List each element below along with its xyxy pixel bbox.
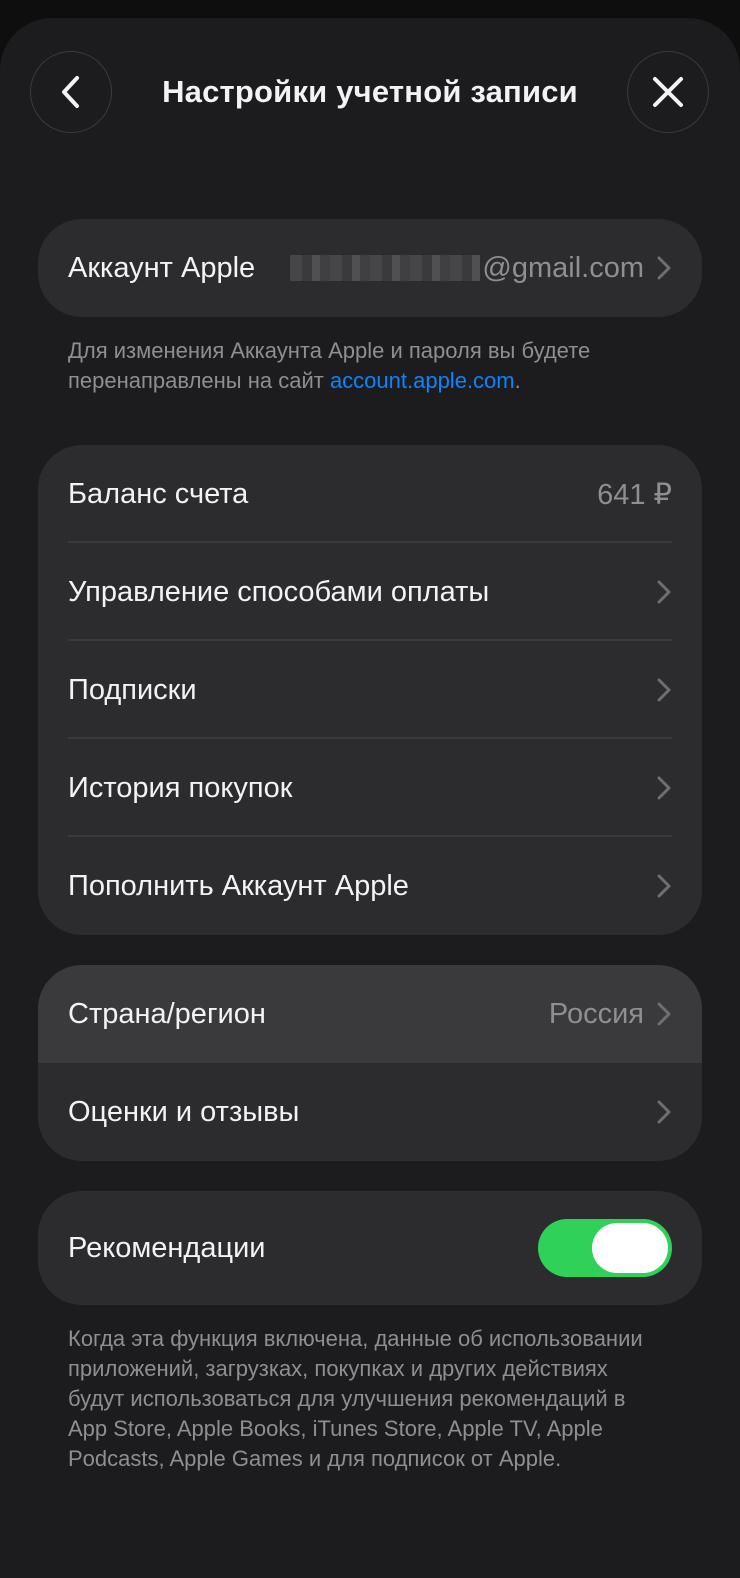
recommendations-row: Рекомендации [38, 1191, 702, 1305]
subscriptions-label: Подписки [68, 673, 197, 706]
page-title: Настройки учетной записи [162, 74, 578, 109]
apple-account-row[interactable]: Аккаунт Apple @gmail.com [38, 219, 702, 317]
back-button[interactable] [30, 51, 112, 133]
top-up-account-row[interactable]: Пополнить Аккаунт Apple [38, 837, 702, 935]
country-region-row[interactable]: Страна/регион Россия [38, 965, 702, 1063]
apple-account-label: Аккаунт Apple [68, 251, 256, 284]
balance-label: Баланс счета [68, 477, 249, 510]
email-suffix: @gmail.com [482, 251, 644, 284]
apple-account-group: Аккаунт Apple @gmail.com [38, 219, 702, 317]
account-apple-link[interactable]: account.apple.com [330, 368, 515, 393]
recommendations-group: Рекомендации [38, 1191, 702, 1305]
payments-group: Баланс счета 641 ₽ Управление способами … [38, 445, 702, 935]
chevron-right-icon [657, 776, 671, 800]
balance-value: 641 ₽ [597, 478, 672, 511]
chevron-right-icon [657, 1100, 671, 1124]
chevron-right-icon [657, 678, 671, 702]
redacted-email-username [290, 255, 481, 281]
ratings-reviews-row[interactable]: Оценки и отзывы [38, 1063, 702, 1161]
subscriptions-row[interactable]: Подписки [38, 641, 702, 739]
payment-methods-row[interactable]: Управление способами оплаты [38, 543, 702, 641]
recommendations-toggle[interactable] [538, 1219, 672, 1277]
purchase-history-label: История покупок [68, 771, 293, 804]
ratings-reviews-label: Оценки и отзывы [68, 1095, 300, 1128]
note-period: . [514, 368, 521, 393]
chevron-right-icon [657, 256, 671, 280]
purchase-history-row[interactable]: История покупок [38, 739, 702, 837]
payment-methods-label: Управление способами оплаты [68, 575, 490, 608]
country-region-value: Россия [548, 997, 644, 1030]
recommendations-label: Рекомендации [68, 1231, 266, 1264]
close-button[interactable] [627, 51, 709, 133]
region-group: Страна/регион Россия Оценки и отзывы [38, 965, 702, 1161]
chevron-right-icon [657, 580, 671, 604]
toggle-knob [592, 1223, 668, 1273]
country-region-label: Страна/регион [68, 997, 266, 1030]
recommendations-note: Когда эта функция включена, данные об ис… [68, 1326, 643, 1471]
apple-account-note: Для изменения Аккаунта Apple и пароля вы… [68, 336, 668, 396]
close-icon [653, 77, 683, 107]
chevron-right-icon [657, 874, 671, 898]
chevron-right-icon [657, 1002, 671, 1026]
top-up-account-label: Пополнить Аккаунт Apple [68, 869, 409, 902]
chevron-left-icon [62, 76, 79, 108]
balance-row: Баланс счета 641 ₽ [38, 445, 702, 543]
